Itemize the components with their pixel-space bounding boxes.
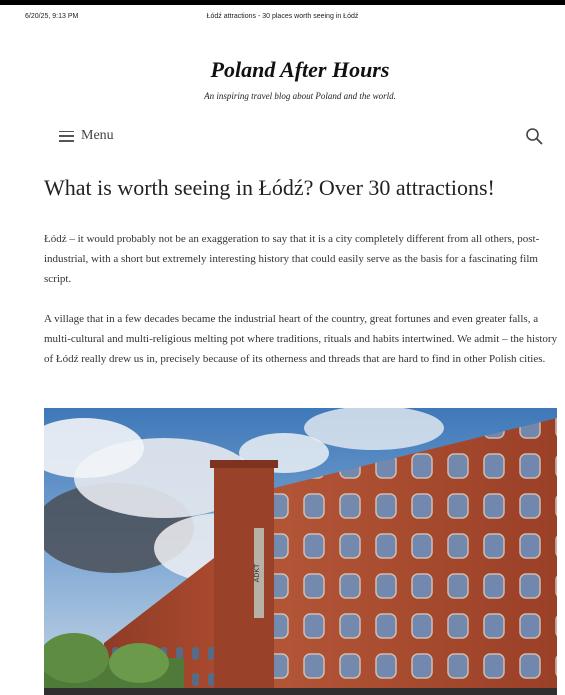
site-title[interactable]: Poland After Hours: [0, 57, 565, 83]
hero-sign-text: ADKT: [254, 563, 261, 582]
search-icon: [526, 128, 543, 145]
factory-building-photo: ADKT: [44, 408, 557, 695]
top-border: [0, 0, 565, 5]
print-header: 6/20/25, 9:13 PM Łódź attractions - 30 p…: [0, 13, 565, 27]
hamburger-icon: [59, 130, 74, 142]
hero-image: ADKT: [44, 408, 557, 695]
print-page-title: Łódź attractions - 30 places worth seein…: [206, 13, 359, 20]
menu-toggle-button[interactable]: Menu: [59, 128, 114, 144]
article-paragraph: A village that in a few decades became t…: [44, 313, 558, 365]
article-paragraph: Łódź – it would probably not be an exagg…: [44, 233, 540, 285]
search-button[interactable]: [525, 127, 543, 145]
site-tagline: An inspiring travel blog about Poland an…: [204, 91, 396, 101]
menu-label: Menu: [81, 128, 114, 143]
article-heading: What is worth seeing in Łódź? Over 30 at…: [44, 175, 495, 200]
